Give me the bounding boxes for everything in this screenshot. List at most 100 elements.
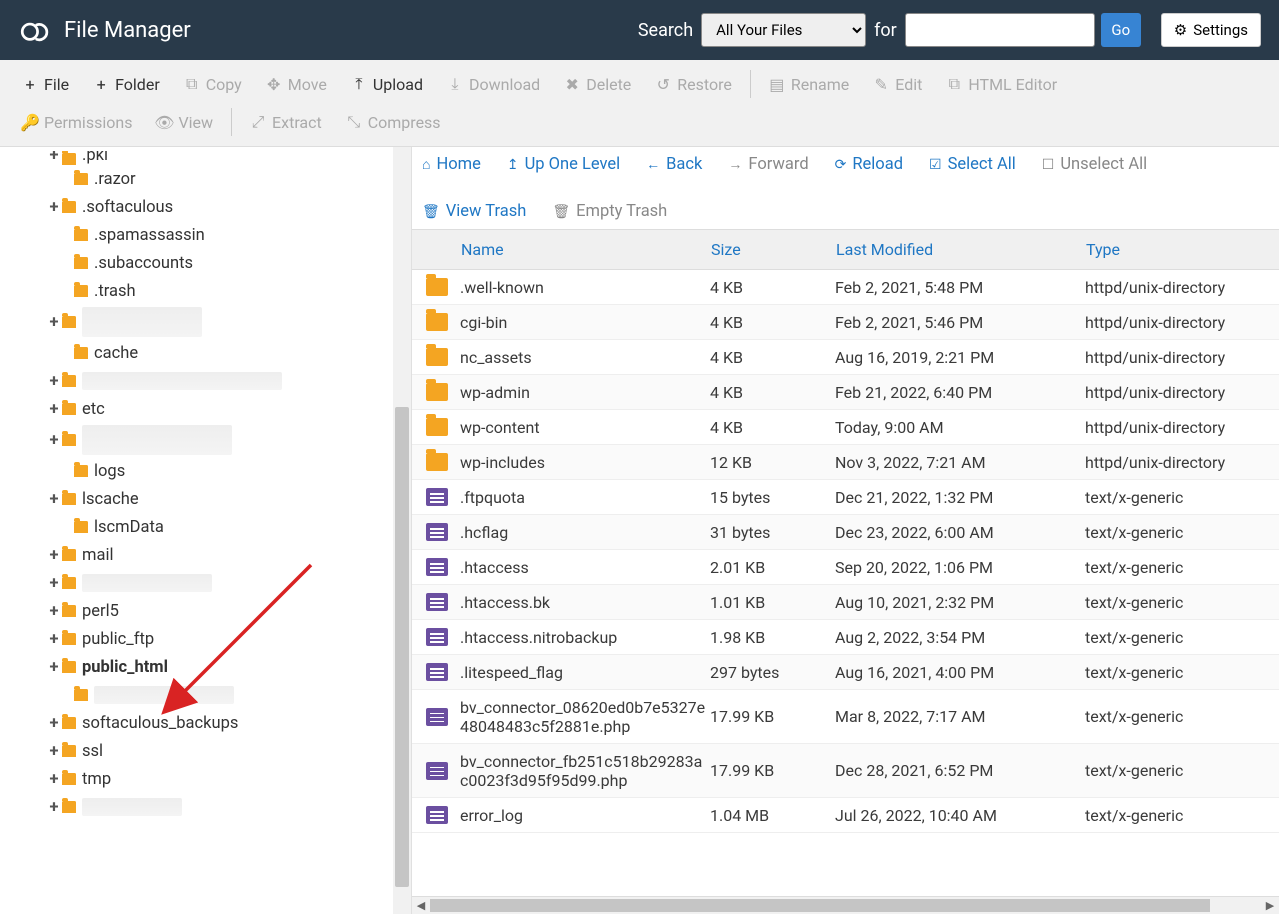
expand-icon[interactable]: + bbox=[48, 770, 60, 789]
col-size[interactable]: Size bbox=[711, 240, 836, 259]
tree-item-public_html[interactable]: + public_html bbox=[10, 653, 411, 681]
file-row[interactable]: .ftpquota 15 bytes Dec 21, 2022, 1:32 PM… bbox=[412, 480, 1279, 515]
file-row[interactable]: .hcflag 31 bytes Dec 23, 2022, 6:00 AM t… bbox=[412, 515, 1279, 550]
tree-item-lscmData[interactable]: lscmData bbox=[10, 513, 411, 541]
file-row[interactable]: nc_assets 4 KB Aug 16, 2019, 2:21 PM htt… bbox=[412, 340, 1279, 375]
htmleditor-icon: ⧉ bbox=[946, 74, 962, 94]
tree-item-.subaccounts[interactable]: .subaccounts bbox=[10, 249, 411, 277]
action-home[interactable]: ⌂Home bbox=[422, 155, 481, 174]
tree-scrollbar[interactable] bbox=[393, 147, 411, 914]
file-modified: Dec 23, 2022, 6:00 AM bbox=[835, 523, 1085, 542]
folder-icon bbox=[62, 153, 76, 165]
tree-item-masked[interactable]: + bbox=[10, 569, 411, 597]
expand-icon[interactable]: + bbox=[48, 313, 60, 332]
expand-icon[interactable]: + bbox=[48, 151, 60, 165]
action-reload[interactable]: ⟳Reload bbox=[835, 155, 903, 174]
file-row[interactable]: cgi-bin 4 KB Feb 2, 2021, 5:46 PM httpd/… bbox=[412, 305, 1279, 340]
tree-item-etc[interactable]: + etc bbox=[10, 395, 411, 423]
tree-item-public_ftp[interactable]: + public_ftp bbox=[10, 625, 411, 653]
go-button[interactable]: Go bbox=[1101, 13, 1141, 47]
expand-icon[interactable]: + bbox=[48, 602, 60, 621]
tree-item-masked[interactable] bbox=[10, 681, 411, 709]
tool-file[interactable]: +File bbox=[10, 66, 81, 102]
file-row[interactable]: .well-known 4 KB Feb 2, 2021, 5:48 PM ht… bbox=[412, 270, 1279, 305]
view-icon: 👁 bbox=[156, 113, 172, 132]
tree-item-cache[interactable]: cache bbox=[10, 339, 411, 367]
expand-icon[interactable]: + bbox=[48, 630, 60, 649]
expand-icon[interactable]: + bbox=[48, 574, 60, 593]
expand-icon[interactable]: + bbox=[48, 658, 60, 677]
tree-item-.softaculous[interactable]: +.softaculous bbox=[10, 193, 411, 221]
masked-label bbox=[82, 425, 232, 455]
tree-item-mail[interactable]: +mail bbox=[10, 541, 411, 569]
folder-icon bbox=[62, 549, 76, 561]
file-size: 15 bytes bbox=[710, 488, 835, 507]
tree-item-.pki[interactable]: +.pki bbox=[10, 151, 411, 165]
col-last-modified[interactable]: Last Modified bbox=[836, 240, 1086, 259]
file-row[interactable]: .htaccess 2.01 KB Sep 20, 2022, 1:06 PM … bbox=[412, 550, 1279, 585]
expand-icon[interactable]: + bbox=[48, 546, 60, 565]
tree-item-logs[interactable]: logs bbox=[10, 457, 411, 485]
folder-icon bbox=[74, 285, 88, 297]
tree-item-.trash[interactable]: .trash bbox=[10, 277, 411, 305]
tree-item-softaculous_backups[interactable]: +softaculous_backups bbox=[10, 709, 411, 737]
tree-item-tmp[interactable]: +tmp bbox=[10, 765, 411, 793]
search-input[interactable] bbox=[905, 13, 1095, 47]
expand-icon[interactable]: + bbox=[48, 431, 60, 450]
tree-label: public_html bbox=[82, 658, 168, 677]
file-type: httpd/unix-directory bbox=[1085, 278, 1265, 297]
folder-icon bbox=[62, 745, 76, 757]
file-row[interactable]: .htaccess.bk 1.01 KB Aug 10, 2021, 2:32 … bbox=[412, 585, 1279, 620]
expand-icon[interactable]: + bbox=[48, 714, 60, 733]
tree-item-.razor[interactable]: .razor bbox=[10, 165, 411, 193]
tool-upload[interactable]: ⤒Upload bbox=[339, 66, 435, 102]
action-back[interactable]: ←Back bbox=[646, 155, 702, 174]
horizontal-scrollbar[interactable]: ◀▶ bbox=[412, 896, 1279, 914]
tool-folder[interactable]: +Folder bbox=[81, 66, 172, 102]
file-row[interactable]: wp-admin 4 KB Feb 21, 2022, 6:40 PM http… bbox=[412, 375, 1279, 410]
file-size: 17.99 KB bbox=[710, 761, 835, 780]
folder-icon bbox=[426, 383, 448, 401]
tree-item-masked[interactable]: + bbox=[10, 305, 411, 339]
tree-item-masked[interactable]: + bbox=[10, 793, 411, 821]
settings-button[interactable]: ⚙Settings bbox=[1161, 13, 1261, 47]
move-icon: ✥ bbox=[266, 75, 282, 94]
tool-edit: ✎Edit bbox=[861, 66, 934, 102]
file-modified: Dec 28, 2021, 6:52 PM bbox=[835, 761, 1085, 780]
file-size: 4 KB bbox=[710, 348, 835, 367]
tree-label: public_ftp bbox=[82, 630, 154, 649]
tree-item-perl5[interactable]: +perl5 bbox=[10, 597, 411, 625]
file-row[interactable]: wp-content 4 KB Today, 9:00 AM httpd/uni… bbox=[412, 410, 1279, 445]
col-type[interactable]: Type bbox=[1086, 240, 1265, 259]
expand-icon[interactable]: + bbox=[48, 198, 60, 217]
expand-icon[interactable]: + bbox=[48, 400, 60, 419]
tree-label: lscmData bbox=[94, 518, 164, 537]
action-viewtrash[interactable]: 🗑View Trash bbox=[422, 202, 526, 221]
file-row[interactable]: bv_connector_08620ed0b7e5327e48048483c5f… bbox=[412, 690, 1279, 744]
expand-icon[interactable]: + bbox=[48, 798, 60, 817]
tree-item-masked[interactable]: + bbox=[10, 367, 411, 395]
file-size: 297 bytes bbox=[710, 663, 835, 682]
col-name[interactable]: Name bbox=[426, 240, 711, 259]
file-icon bbox=[426, 663, 448, 681]
file-row[interactable]: .htaccess.nitrobackup 1.98 KB Aug 2, 202… bbox=[412, 620, 1279, 655]
compress-icon: ⤡ bbox=[346, 112, 362, 132]
action-up[interactable]: ↥Up One Level bbox=[507, 155, 620, 174]
expand-icon[interactable]: + bbox=[48, 490, 60, 509]
tree-item-.spamassassin[interactable]: .spamassassin bbox=[10, 221, 411, 249]
tree-item-ssl[interactable]: +ssl bbox=[10, 737, 411, 765]
file-row[interactable]: wp-includes 12 KB Nov 3, 2022, 7:21 AM h… bbox=[412, 445, 1279, 480]
expand-icon[interactable]: + bbox=[48, 742, 60, 761]
file-row[interactable]: bv_connector_fb251c518b29283ac0023f3d95f… bbox=[412, 744, 1279, 798]
tree-item-masked[interactable]: + bbox=[10, 423, 411, 457]
back-icon: ← bbox=[646, 156, 660, 173]
file-icon bbox=[426, 762, 448, 780]
expand-icon[interactable]: + bbox=[48, 372, 60, 391]
tool-delete: ✖Delete bbox=[552, 66, 643, 102]
action-selectall[interactable]: ☑Select All bbox=[929, 155, 1016, 174]
tree-item-lscache[interactable]: +lscache bbox=[10, 485, 411, 513]
tree-label: etc bbox=[82, 400, 105, 419]
file-row[interactable]: .litespeed_flag 297 bytes Aug 16, 2021, … bbox=[412, 655, 1279, 690]
search-scope-select[interactable]: All Your Files bbox=[701, 13, 866, 47]
file-row[interactable]: error_log 1.04 MB Jul 26, 2022, 10:40 AM… bbox=[412, 798, 1279, 833]
